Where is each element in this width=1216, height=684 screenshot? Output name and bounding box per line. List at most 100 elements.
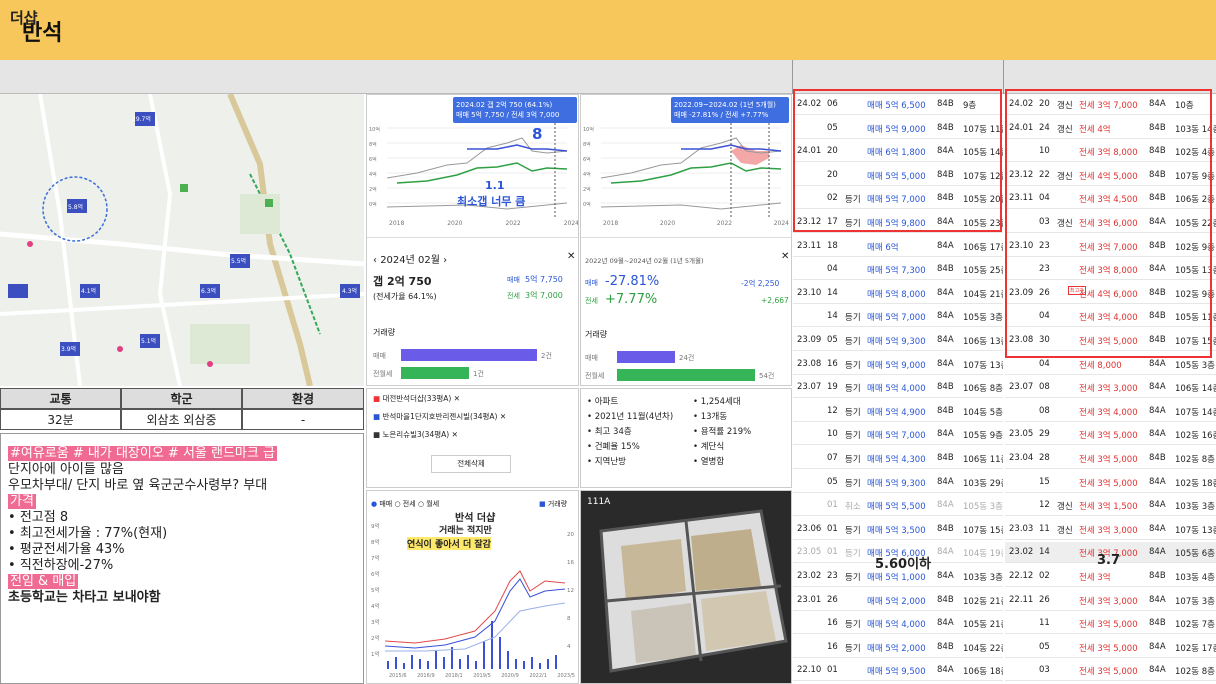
table-row[interactable]: 11 전세 3억 5,000 84B 102동 7층 <box>1005 613 1216 635</box>
table-row[interactable]: 23.05 29 전세 3억 5,000 84A 102동 16층 <box>1005 424 1216 446</box>
sale-value: 5억 7,750 <box>525 275 563 284</box>
move-line: 초등학교는 차타고 보내야함 <box>8 590 161 605</box>
table-row[interactable]: 14 등기 매매 5억 7,000 84A 105동 3층 <box>793 306 1003 328</box>
table-row[interactable]: 04 매매 5억 7,300 84B 105동 25층 <box>793 259 1003 281</box>
cell-day: 08 <box>1039 405 1050 416</box>
rent-abs: +2,667 <box>761 296 789 305</box>
cell-day: 07 <box>827 453 838 463</box>
table-row[interactable]: 12 갱신 전세 3억 1,500 84A 103동 3층 <box>1005 495 1216 517</box>
cell-type: 등기 <box>845 337 861 347</box>
compare-item[interactable]: ■ 반석마을1단지호반리젠시빌(34평A) ✕ <box>373 411 506 422</box>
cell-area: 84A <box>1149 405 1166 416</box>
table-row[interactable]: 23.08 16 등기 매매 5억 9,000 84A 107동 13층 <box>793 354 1003 375</box>
table-row[interactable]: 23.04 28 전세 3억 5,000 84B 102동 8층 <box>1005 448 1216 469</box>
map-label: 29.7억 <box>132 116 151 123</box>
table-row[interactable]: 22.11 26 전세 3억 3,000 84A 107동 3층 <box>1005 590 1216 611</box>
table-row[interactable]: 12 등기 매매 5억 4,900 84B 104동 5층 <box>793 401 1003 422</box>
cell-day: 19 <box>827 382 838 393</box>
cell-day: 01 <box>827 547 838 558</box>
cell-floor: 103동 29층 <box>963 478 1003 489</box>
annot-text: 최소갭 너무 큼 <box>457 195 526 208</box>
cell-price: 매매 5억 2,000 <box>867 643 926 654</box>
move-title: 전임 & 매입 <box>8 574 79 589</box>
cell-area: 84A <box>937 335 954 345</box>
cell-floor: 107동 14층 <box>1175 407 1216 418</box>
table-row[interactable]: 08 전세 3억 4,000 84A 107동 14층 <box>1005 401 1216 422</box>
close-icon[interactable]: ✕ <box>567 251 575 262</box>
cell-type: 등기 <box>845 407 861 418</box>
cell-area: 84A <box>937 311 954 322</box>
close-icon[interactable]: ✕ <box>781 251 789 262</box>
table-row[interactable]: 05 등기 매매 5억 9,300 84A 103동 29층 <box>793 472 1003 493</box>
table-row[interactable]: 23.03 11 갱신 전세 3억 3,000 84A 107동 13층 <box>1005 519 1216 540</box>
price-title: 가격 <box>8 494 36 509</box>
cell-floor: 103동 3층 <box>963 573 1003 583</box>
cell-area: 84A <box>937 618 954 629</box>
cell-price: 매매 5억 4,000 <box>867 620 926 631</box>
table-row[interactable]: 22.12 02 전세 3억 84B 103동 4층 <box>1005 566 1216 587</box>
table-row[interactable]: 22.10 01 매매 5억 9,500 84A 106동 18층 <box>793 660 1003 682</box>
cell-floor: 102동 8층 <box>1175 667 1215 678</box>
table-row[interactable]: 05 전세 3억 5,000 84A 102동 17층 <box>1005 637 1216 658</box>
cell-day: 01 <box>827 500 838 511</box>
cell-floor: 104동 21층 <box>963 289 1003 300</box>
month-selector[interactable]: ‹ 2024년 02월 › <box>373 251 447 266</box>
table-row[interactable]: 23.06 01 등기 매매 5억 3,500 84B 107동 15층 <box>793 519 1003 540</box>
cell-price: 매매 5억 2,000 <box>867 596 926 607</box>
cell-price: 매매 5억 9,300 <box>867 478 926 489</box>
compare-item[interactable]: ■ 노은리슈빌3(34평A) ✕ <box>373 429 458 440</box>
cell-price: 전세 3억 3,000 <box>1079 525 1138 536</box>
table-row[interactable]: 23.09 05 등기 매매 5억 9,300 84A 106동 13층 <box>793 330 1003 351</box>
cell-area: 84A <box>1149 500 1166 511</box>
cell-area: 84B <box>937 594 954 605</box>
cell-floor: 105동 3층 <box>963 313 1003 324</box>
table-row[interactable]: 16 등기 매매 5억 2,000 84B 104동 22층 <box>793 637 1003 658</box>
table-row[interactable]: 15 전세 3억 5,000 84A 102동 18층 <box>1005 472 1216 493</box>
map-label: 4.1억 <box>81 288 97 295</box>
info-panel: • 아파트 • 2021년 11월(4년차) • 최고 34층 • 건폐율 15% • … <box>580 388 792 488</box>
table-row[interactable]: 23.07 08 전세 3억 3,000 84A 106동 14층 <box>1005 377 1216 399</box>
clear-all-button[interactable]: 전체삭제 <box>431 455 511 473</box>
cell-floor: 102동 17층 <box>1175 643 1216 654</box>
cell-type: 등기 <box>845 384 861 395</box>
period: 2022년 09월~2024년 02월 (1년 5개월) <box>585 257 704 265</box>
cell-date: 23.05 <box>1009 429 1034 440</box>
max-price-badge: 최고가 <box>1068 286 1086 295</box>
cell-area: 84A <box>937 500 954 511</box>
chart-options[interactable]: ● 매매 ○ 전세 ○ 월세 <box>371 499 439 509</box>
cell-floor: 106동 8층 <box>963 384 1003 395</box>
table-row[interactable]: 23.10 14 매매 5억 8,000 84A 104동 21층 <box>793 283 1003 304</box>
bullet: • 전고점 8 <box>8 510 69 525</box>
cell-floor: 107동 13층 <box>1175 525 1216 536</box>
cell-floor: 102동 16층 <box>1175 431 1216 442</box>
table-row[interactable]: 01 취소 매매 5억 5,500 84A 105동 3층 <box>793 495 1003 517</box>
cell-type: 등기 <box>845 360 861 371</box>
rent-label: 전세 <box>507 292 520 300</box>
cell-floor: 104동 5층 <box>963 407 1003 418</box>
table-row[interactable]: 23.11 18 매매 6억 84A 106동 17층 <box>793 236 1003 257</box>
floorplan-panel[interactable]: 111A <box>580 490 792 684</box>
sale-label: 매매 <box>507 276 520 284</box>
cell-date: 23.11 <box>797 240 822 251</box>
location-map[interactable]: 29.7억 5.8억 4.3억 5.5억 3.9억 4.1억 5.1억 6.3억 <box>0 94 364 386</box>
cell-date: 22.10 <box>797 665 822 676</box>
info-left: • 아파트 • 2021년 11월(4년차) • 최고 34층 • 건폐율 15% • … <box>587 397 674 467</box>
chart-sub2: 연식이 좋아서 더 잘감 <box>407 537 491 550</box>
cell-floor: 105동 21층 <box>963 620 1003 631</box>
table-row[interactable]: 10 등기 매매 5억 7,000 84A 105동 9층 <box>793 424 1003 446</box>
table-row[interactable]: 03 전세 3억 5,000 84A 102동 8층 <box>1005 660 1216 682</box>
table-row[interactable]: 23.01 26 매매 5억 2,000 84B 102동 21층 <box>793 590 1003 611</box>
table-row[interactable]: 23.07 19 등기 매매 5억 4,000 84B 106동 8층 <box>793 377 1003 399</box>
cell-day: 02 <box>1039 571 1050 581</box>
note-line: 우모차부대/ 단지 바로 옆 육군군수사령부? 부대 <box>8 478 268 493</box>
cell-day: 05 <box>827 476 838 487</box>
cell-price: 매매 5억 7,000 <box>867 313 926 324</box>
cell-day: 29 <box>1039 429 1050 440</box>
table-row[interactable]: 16 등기 매매 5억 4,000 84A 105동 21층 <box>793 613 1003 635</box>
compare-item[interactable]: ■ 대전반석더샵(33평A) ✕ <box>373 393 460 404</box>
cell-area: 84A <box>1149 358 1166 369</box>
cell-date: 22.11 <box>1009 594 1034 605</box>
cell-type: 등기 <box>845 455 861 465</box>
table-row[interactable]: 07 등기 매매 5억 4,300 84B 106동 11층 <box>793 448 1003 469</box>
divider <box>1003 60 1004 94</box>
